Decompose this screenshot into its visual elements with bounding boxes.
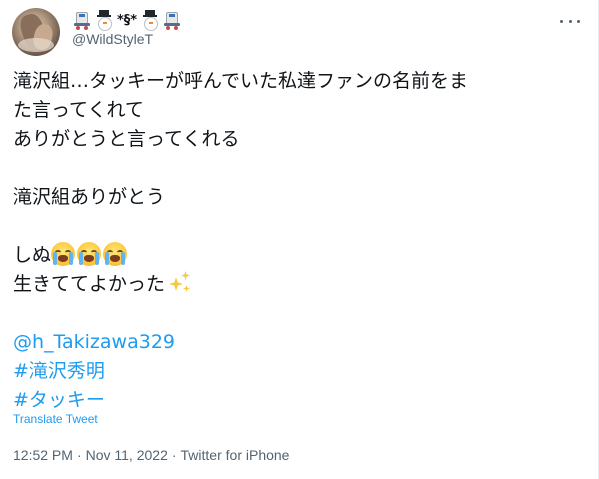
tweet-text: 滝沢組…タッキーが呼んでいた私達ファンの名前をま た言ってくれて ありがとうと言… [13, 67, 583, 415]
loudly-crying-face-icon [51, 242, 76, 266]
hashtag-link[interactable]: #滝沢秀明 [13, 360, 105, 382]
tweet-line: 生きててよかった [13, 273, 166, 295]
hashtag-link[interactable]: #タッキー [13, 389, 105, 411]
user-handle[interactable]: @WildStyleT [72, 31, 153, 47]
separator-dot: · [171, 447, 177, 463]
avatar[interactable] [12, 8, 60, 56]
tweet-date[interactable]: Nov 11, 2022 [86, 447, 168, 463]
tweet-source[interactable]: Twitter for iPhone [181, 447, 290, 463]
sparkles-icon [167, 271, 191, 295]
snowman-icon [140, 10, 160, 31]
tweet-line-with-emoji: 生きててよかった [13, 270, 583, 299]
loudly-crying-face-icon [103, 242, 128, 266]
tweet-line: ありがとうと言ってくれる [13, 128, 240, 150]
more-options-icon[interactable] [560, 14, 580, 28]
snowman-icon [94, 10, 114, 31]
tweet-metadata: 12:52 PM · Nov 11, 2022 · Twitter for iPhone [13, 447, 289, 463]
translate-tweet-button[interactable]: Translate Tweet [13, 412, 98, 426]
tweet-line: 滝沢組…タッキーが呼んでいた私達ファンの名前をま [13, 70, 469, 92]
tweet-card: *§* @WildStyleT 滝沢組…タッキーが呼んでいた私達ファンの名前をま… [0, 0, 599, 479]
mention-link[interactable]: @h_Takizawa329 [13, 331, 175, 353]
tweet-line: た言ってくれて [13, 99, 144, 121]
display-name-text: *§* [117, 12, 138, 28]
loudly-crying-face-icon [77, 242, 102, 266]
roller-skate-icon [72, 10, 92, 30]
display-name[interactable]: *§* [72, 10, 182, 31]
separator-dot: · [76, 447, 82, 463]
tweet-time[interactable]: 12:52 PM [13, 447, 73, 463]
tweet-line: しぬ [13, 244, 52, 266]
tweet-line-with-emoji: しぬ [13, 241, 583, 270]
tweet-line: 滝沢組ありがとう [13, 186, 166, 208]
roller-skate-icon [162, 10, 182, 30]
